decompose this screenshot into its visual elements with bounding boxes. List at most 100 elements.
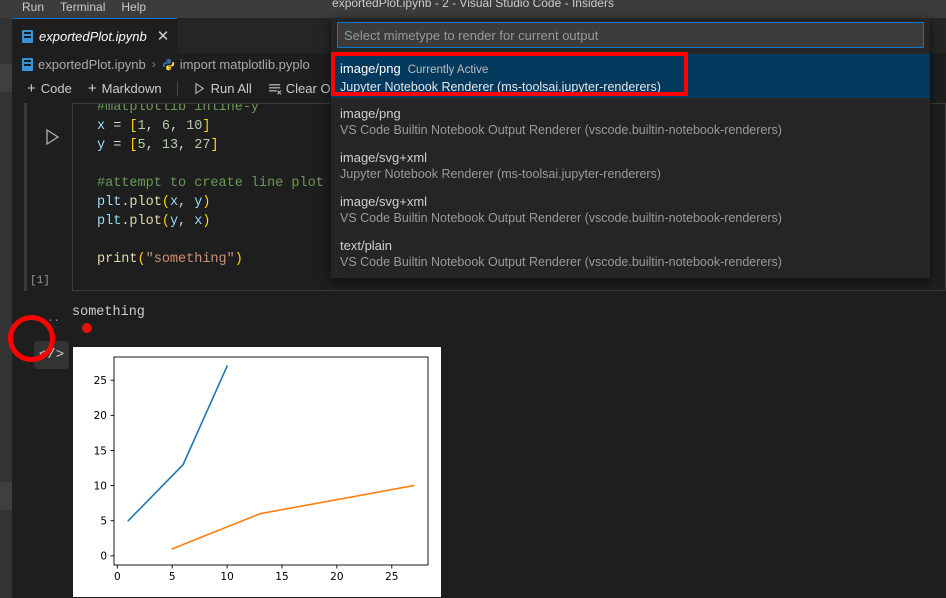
code-token: 10 <box>186 119 202 134</box>
code-token: , <box>170 119 186 134</box>
output-more-actions-icon[interactable]: ··· <box>42 312 61 326</box>
tab-exportedplot-ipynb[interactable]: exportedPlot.ipynb ✕ <box>12 18 177 53</box>
mimetype-option-detail: VS Code Builtin Notebook Output Renderer… <box>340 254 921 271</box>
clear-outputs-label: Clear O <box>286 81 331 96</box>
code-line: y = [5, 13, 27] <box>97 136 219 155</box>
mimetype-option-detail: VS Code Builtin Notebook Output Renderer… <box>340 122 921 139</box>
code-line: x = [1, 6, 10] <box>97 117 210 136</box>
matplotlib-plot-output: 05101520250510152025 <box>73 347 441 597</box>
mimetype-option-header: text/plain <box>340 237 921 254</box>
x-tick-label: 15 <box>275 571 288 583</box>
y-tick-label: 25 <box>94 375 107 387</box>
code-token: ) <box>235 252 243 267</box>
code-token: ( <box>162 214 170 229</box>
mimetype-option-row[interactable]: image/svg+xmlVS Code Builtin Notebook Ou… <box>331 186 930 230</box>
notebook-icon <box>22 30 33 43</box>
code-token: , <box>146 119 162 134</box>
code-line: #matplotlib inline-y <box>97 103 259 117</box>
chevron-right-icon: › <box>151 57 157 71</box>
code-token: ] <box>202 119 210 134</box>
mimetype-option-label: image/svg+xml <box>340 149 427 166</box>
breadcrumb-symbol[interactable]: import matplotlib.pyplo <box>180 57 310 72</box>
x-tick-label: 20 <box>330 571 343 583</box>
mimetype-option-header: image/png <box>340 105 921 122</box>
activity-bar-active-indicator <box>0 64 12 92</box>
code-token: ) <box>202 195 210 210</box>
code-token: plot <box>129 195 161 210</box>
code-token: x <box>97 119 105 134</box>
mimetype-option-description: Currently Active <box>408 62 489 79</box>
code-token: , <box>146 138 162 153</box>
clear-outputs-button[interactable]: Clear O <box>261 79 338 98</box>
breakpoint-icon[interactable] <box>82 323 92 333</box>
code-line: plt.plot(x, y) <box>97 193 210 212</box>
activity-bar[interactable] <box>0 18 12 598</box>
mimetype-quickpick-dropdown: image/png Currently Active Jupyter Noteboo… <box>331 18 930 278</box>
y-tick-label: 15 <box>94 445 107 457</box>
activity-bar-indicator-2 <box>0 482 12 510</box>
mimetype-option-header: image/png Currently Active <box>340 60 921 79</box>
mimetype-option-label: image/png <box>340 105 401 122</box>
code-line: #attempt to create line plot of <box>97 174 348 193</box>
add-code-cell-label: Code <box>41 81 72 96</box>
add-markdown-cell-button[interactable]: + Markdown <box>81 79 169 98</box>
run-all-button[interactable]: Run All <box>186 79 259 98</box>
code-token: "something" <box>146 252 235 267</box>
plus-icon: + <box>88 81 97 96</box>
mimetype-option-label: image/png <box>340 60 401 77</box>
title-bar: Run Terminal Help exportedPlot.ipynb - 2… <box>0 0 946 18</box>
output-stdout-text: something <box>72 305 145 320</box>
mimetype-option-header: image/svg+xml <box>340 193 921 210</box>
code-token: plot <box>129 214 161 229</box>
code-token: 6 <box>162 119 170 134</box>
run-all-label: Run All <box>211 81 252 96</box>
line-chart: 05101520250510152025 <box>73 347 441 597</box>
code-token: 5 <box>138 138 146 153</box>
code-token: plt <box>97 195 121 210</box>
chart-background <box>73 347 441 597</box>
window-title: exportedPlot.ipynb - 2 - Visual Studio C… <box>0 0 946 17</box>
code-token: 1 <box>138 119 146 134</box>
mimetype-option-row[interactable]: image/pngCurrently ActiveJupyter Noteboo… <box>331 54 930 98</box>
code-token: #attempt to create line plot of <box>97 176 348 191</box>
mimetype-option-label: image/svg+xml <box>340 193 427 210</box>
code-token: ( <box>138 252 146 267</box>
code-token: [ <box>129 138 137 153</box>
run-cell-button[interactable] <box>42 127 62 147</box>
code-token: , <box>178 195 194 210</box>
y-tick-label: 20 <box>94 410 107 422</box>
mimetype-option-row[interactable]: image/pngVS Code Builtin Notebook Output… <box>331 98 930 142</box>
mimetype-option-detail: VS Code Builtin Notebook Output Renderer… <box>340 210 921 227</box>
mimetype-option-detail: Jupyter Notebook Renderer (ms-toolsai.ju… <box>340 166 921 183</box>
mimetype-option-list: image/png Currently Active Jupyter Noteboo… <box>331 54 930 274</box>
code-token: ) <box>202 214 210 229</box>
add-markdown-cell-label: Markdown <box>102 81 162 96</box>
x-tick-label: 5 <box>169 571 176 583</box>
mimetype-search-input[interactable] <box>337 22 924 48</box>
code-token: x <box>170 195 178 210</box>
code-token: plt <box>97 214 121 229</box>
notebook-icon <box>22 58 33 71</box>
code-line: print("something") <box>97 250 243 269</box>
output-change-presentation-icon[interactable]: </> <box>34 341 69 369</box>
code-token: ] <box>210 138 218 153</box>
y-tick-label: 10 <box>94 480 107 492</box>
x-tick-label: 10 <box>220 571 233 583</box>
code-token: print <box>97 252 138 267</box>
code-token: ( <box>162 195 170 210</box>
x-tick-label: 25 <box>385 571 398 583</box>
plus-icon: + <box>27 81 36 96</box>
tab-label: exportedPlot.ipynb <box>39 29 147 44</box>
run-all-icon <box>193 82 206 94</box>
add-code-cell-button[interactable]: + Code <box>20 79 79 98</box>
code-token: = <box>105 138 129 153</box>
vscode-window: Run Terminal Help exportedPlot.ipynb - 2… <box>0 0 946 598</box>
mimetype-option-header: image/svg+xml <box>340 149 921 166</box>
breadcrumb-file[interactable]: exportedPlot.ipynb <box>38 57 146 72</box>
mimetype-option-row[interactable]: text/plainVS Code Builtin Notebook Outpu… <box>331 230 930 274</box>
close-icon[interactable]: ✕ <box>157 29 170 44</box>
cell-gutter: [1] <box>20 101 72 296</box>
code-token: #matplotlib inline-y <box>97 103 259 115</box>
mimetype-option-row[interactable]: image/svg+xmlJupyter Notebook Renderer (… <box>331 142 930 186</box>
clear-all-icon <box>268 83 281 94</box>
